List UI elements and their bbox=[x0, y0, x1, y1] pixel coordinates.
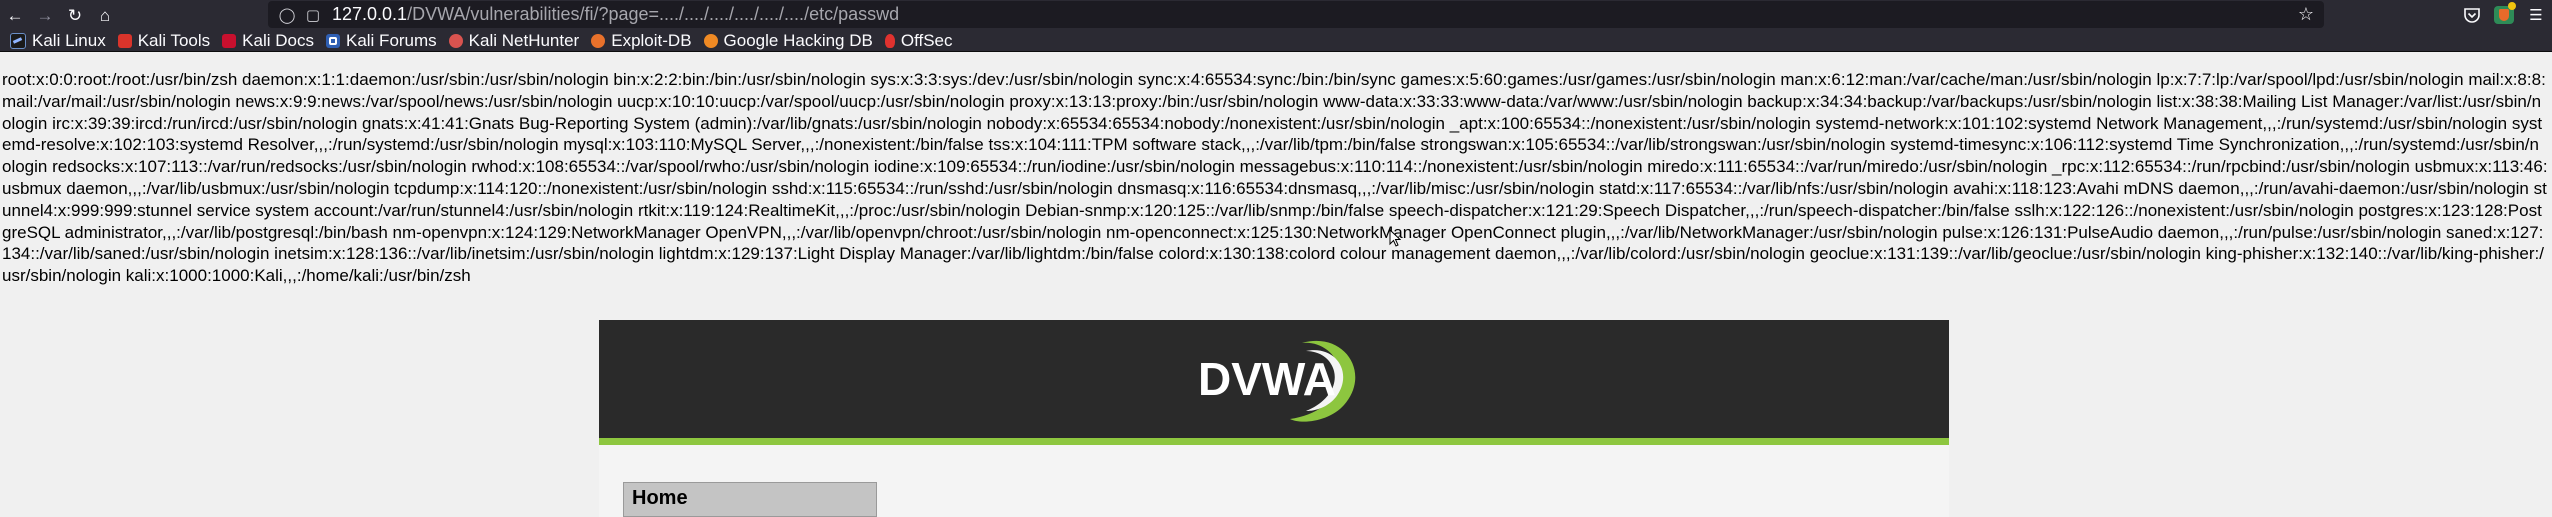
dvwa-logo: DVWA bbox=[1198, 340, 1356, 422]
url-path: /DVWA/vulnerabilities/fi/?page=..../....… bbox=[407, 4, 900, 24]
reload-icon[interactable]: ↻ bbox=[60, 0, 90, 30]
google-hacking-db-icon bbox=[703, 33, 718, 48]
exploit-db-icon bbox=[591, 33, 606, 48]
bookmark-star-icon[interactable]: ☆ bbox=[2298, 4, 2314, 25]
bookmark-exploit-db[interactable]: Exploit-DB bbox=[591, 31, 692, 51]
header-accent-bar bbox=[599, 438, 1949, 445]
mouse-cursor-icon bbox=[1389, 229, 1401, 247]
url-host: 127.0.0.1 bbox=[332, 4, 408, 24]
offsec-icon bbox=[884, 33, 895, 48]
toolbar-right: ☰ bbox=[2456, 0, 2552, 30]
included-file-output: root:x:0:0:root:/root:/usr/bin/zsh daemo… bbox=[2, 70, 2548, 286]
bookmark-kali-forums[interactable]: Kali Forums bbox=[325, 31, 437, 51]
kali-forums-icon bbox=[325, 33, 340, 48]
pocket-icon[interactable] bbox=[2456, 0, 2488, 30]
extension-icon[interactable] bbox=[2488, 0, 2520, 30]
browser-toolbar: ← → ↻ ⌂ ◯ ▢ 127.0.0.1/DVWA/vulnerabiliti… bbox=[0, 0, 2552, 30]
dvwa-header: DVWA bbox=[599, 320, 1949, 438]
shield-icon[interactable]: ◯ bbox=[276, 6, 298, 24]
menu-item-home[interactable]: Home bbox=[623, 482, 877, 517]
address-bar[interactable]: ◯ ▢ 127.0.0.1/DVWA/vulnerabilities/fi/?p… bbox=[268, 1, 2324, 28]
bookmark-offsec[interactable]: OffSec bbox=[884, 31, 953, 51]
bookmarks-bar: Kali Linux Kali Tools Kali Docs Kali For… bbox=[0, 30, 2552, 52]
kali-tools-icon bbox=[117, 33, 132, 48]
home-icon[interactable]: ⌂ bbox=[90, 0, 120, 30]
dvwa-logo-text: DVWA bbox=[1198, 353, 1336, 405]
bookmark-kali-tools[interactable]: Kali Tools bbox=[117, 31, 210, 51]
kali-docs-icon bbox=[222, 33, 237, 48]
bookmark-kali-nethunter[interactable]: Kali NetHunter bbox=[448, 31, 579, 51]
bookmark-kali-linux[interactable]: Kali Linux bbox=[10, 31, 106, 51]
bookmark-kali-docs[interactable]: Kali Docs bbox=[222, 31, 314, 51]
forward-icon[interactable]: → bbox=[30, 0, 60, 30]
kali-nethunter-icon bbox=[448, 33, 463, 48]
page-info-icon[interactable]: ▢ bbox=[302, 6, 324, 24]
bookmark-google-hacking-db[interactable]: Google Hacking DB bbox=[703, 31, 873, 51]
back-icon[interactable]: ← bbox=[0, 0, 30, 30]
menu-item-label: Home bbox=[632, 487, 688, 509]
kali-linux-icon bbox=[10, 32, 26, 49]
menu-icon[interactable]: ☰ bbox=[2520, 0, 2552, 30]
